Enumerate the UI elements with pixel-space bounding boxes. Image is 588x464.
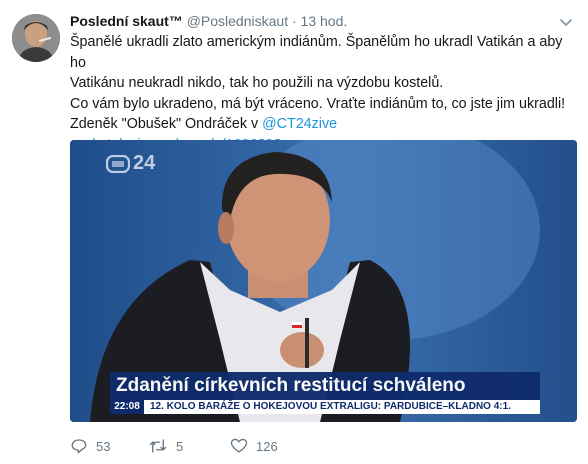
like-count: 126 [256,438,278,454]
tweet-card[interactable]: Poslední skaut™ @Posledniskaut · 13 hod.… [0,0,588,464]
reply-count: 53 [96,438,111,454]
handle[interactable]: @Posledniskaut [187,13,288,29]
chevron-down-icon[interactable] [558,14,574,30]
headline-banner: Zdanění církevních restitucí schváleno [110,372,540,400]
media-image[interactable]: 24 Zdanění církevních restitucí schválen… [70,140,577,422]
tweet-text-line: Vatikánu neukradl nikdo, tak ho použili … [70,75,444,91]
retweet-count: 5 [176,438,184,454]
headline-text: Zdanění církevních restitucí schváleno [116,375,466,396]
tweet-text-line: Co vám bylo ukradeno, má být vráceno. Vr… [70,95,566,112]
display-name[interactable]: Poslední skaut™ [70,13,183,29]
mention-link[interactable]: @CT24zive [262,116,337,132]
tweet-text: Španělé ukradli zlato americkým indiánům… [70,32,580,155]
like-button[interactable]: 126 [230,434,278,458]
tweet-text-line: Španělé ukradli zlato americkým indiánům… [70,34,563,71]
channel-logo-text: 24 [133,152,156,174]
retweet-button[interactable]: 5 [148,434,183,458]
ct-logo-icon [106,154,130,173]
ticker-text: 12. KOLO BARÁŽE O HOKEJOVOU EXTRALIGU: P… [150,401,511,412]
avatar[interactable] [12,14,60,62]
clock: 22:08 [110,400,144,414]
channel-logo: 24 [106,152,155,175]
like-icon [230,438,248,453]
reply-icon [71,439,87,454]
separator: · [291,13,297,29]
ticker-bar: 22:08 12. KOLO BARÁŽE O HOKEJOVOU EXTRAL… [110,400,540,414]
tweet-header: Poslední skaut™ @Posledniskaut · 13 hod. [70,12,347,30]
tweet-text-line: Zdeněk "Obušek" Ondráček v @CT24zive [70,114,580,135]
tweet-text-prefix: Zdeněk "Obušek" Ondráček v [70,116,263,132]
reply-button[interactable]: 53 [70,434,110,458]
retweet-icon [149,439,167,453]
timestamp[interactable]: 13 hod. [301,13,348,29]
